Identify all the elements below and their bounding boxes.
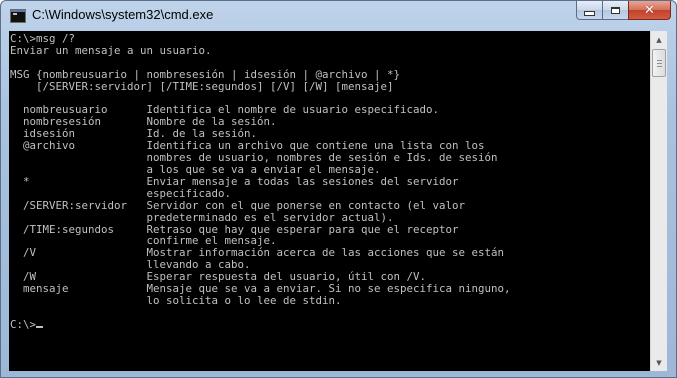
console-help-text: C:\>msg /? Enviar un mensaje a un usuari… xyxy=(10,32,511,307)
cmd-icon[interactable] xyxy=(10,9,26,23)
minimize-button[interactable] xyxy=(576,1,602,20)
thumb-grip-line xyxy=(657,60,662,61)
title-bar[interactable]: C:\Windows\system32\cmd.exe ✕ xyxy=(1,1,676,31)
scroll-down-arrow-icon: ▼ xyxy=(656,358,662,367)
scroll-thumb[interactable] xyxy=(652,49,666,77)
close-button[interactable]: ✕ xyxy=(628,1,671,20)
vertical-scrollbar[interactable]: ▲ ▼ xyxy=(650,31,667,371)
console-text-block: C:\>msg /? Enviar un mensaje a un usuari… xyxy=(9,31,650,331)
command-prompt: C:\> xyxy=(10,317,37,331)
text-cursor xyxy=(36,325,44,328)
scroll-up-arrow-icon: ▲ xyxy=(656,35,662,44)
caption-buttons: ✕ xyxy=(576,1,671,20)
maximize-button[interactable] xyxy=(602,1,628,20)
close-icon: ✕ xyxy=(644,2,655,18)
cmd-window: C:\Windows\system32\cmd.exe ✕ C:\>msg /?… xyxy=(0,0,677,378)
scroll-up-button[interactable]: ▲ xyxy=(651,31,667,48)
maximize-icon xyxy=(611,6,620,14)
thumb-grip-line xyxy=(657,63,662,64)
scroll-down-button[interactable]: ▼ xyxy=(651,354,667,371)
window-title: C:\Windows\system32\cmd.exe xyxy=(32,7,214,22)
thumb-grip-line xyxy=(657,66,662,67)
console-output[interactable]: C:\>msg /? Enviar un mensaje a un usuari… xyxy=(9,31,650,371)
minimize-icon xyxy=(584,10,595,16)
